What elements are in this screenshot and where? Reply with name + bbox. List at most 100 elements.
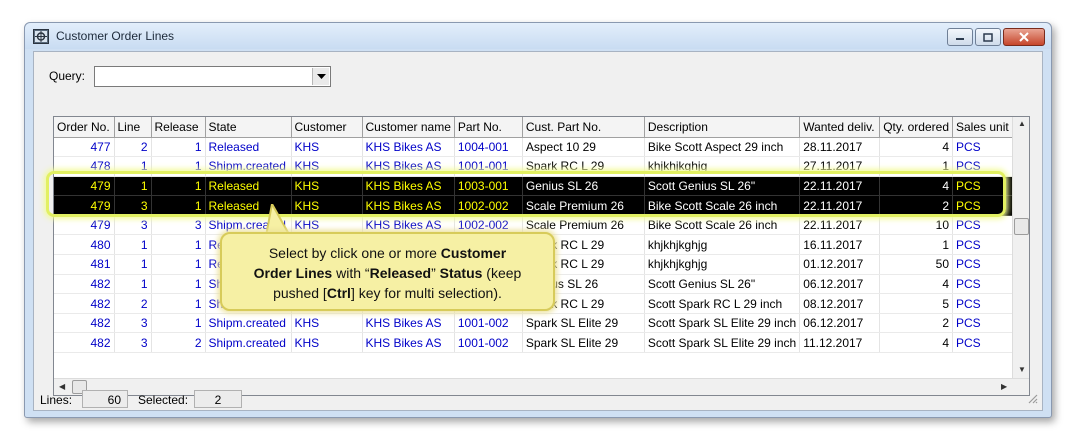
cell-line[interactable]: 1 xyxy=(114,234,152,256)
cell-line[interactable]: 3 xyxy=(114,332,152,354)
cell-order[interactable]: 481 xyxy=(54,254,115,275)
cell-unit[interactable]: PCS xyxy=(952,293,1018,314)
cell-wanted[interactable]: 08.12.2017 xyxy=(799,293,881,314)
cell-customer[interactable]: KHS xyxy=(291,137,363,158)
cell-order[interactable]: 479 xyxy=(54,215,115,236)
column-header[interactable]: Qty. ordered xyxy=(879,117,953,138)
column-header[interactable]: Release xyxy=(151,117,206,138)
cell-state[interactable]: Released xyxy=(205,137,292,158)
cell-part[interactable]: 1004-001 xyxy=(454,137,523,158)
cell-part[interactable]: 1001-002 xyxy=(454,313,523,334)
cell-unit[interactable]: PCS xyxy=(952,215,1018,236)
cell-wanted[interactable]: 22.11.2017 xyxy=(799,215,881,236)
cell-wanted[interactable]: 01.12.2017 xyxy=(799,254,881,275)
maximize-button[interactable] xyxy=(975,28,1001,46)
cell-customer[interactable]: KHS xyxy=(291,332,363,354)
resize-grip-icon[interactable] xyxy=(1026,392,1038,404)
window-title: Customer Order Lines xyxy=(56,29,175,43)
cell-release[interactable]: 3 xyxy=(151,215,206,236)
column-header[interactable]: Part No. xyxy=(454,117,523,138)
cell-order[interactable]: 477 xyxy=(54,137,115,158)
cell-wanted[interactable]: 06.12.2017 xyxy=(799,313,881,334)
title-bar[interactable]: Customer Order Lines xyxy=(25,23,1051,49)
table-row[interactable]: 477 2 1 Released KHS KHS Bikes AS 1004-001 Aspe… xyxy=(54,137,1025,158)
cell-qty[interactable]: 4 xyxy=(879,137,953,158)
cell-order[interactable]: 482 xyxy=(54,293,115,314)
cell-release[interactable]: 1 xyxy=(151,293,206,314)
cell-order[interactable]: 482 xyxy=(54,313,115,334)
cell-customer[interactable]: KHS xyxy=(291,313,363,334)
cell-qty[interactable]: 5 xyxy=(879,293,953,314)
column-header[interactable]: Description xyxy=(644,117,801,138)
column-header[interactable]: Customer name xyxy=(362,117,455,138)
cell-cust-part[interactable]: Aspect 10 29 xyxy=(522,137,645,158)
cell-part[interactable]: 1001-002 xyxy=(454,332,523,354)
cell-unit[interactable]: PCS xyxy=(952,254,1018,275)
cell-qty[interactable]: 2 xyxy=(879,313,953,334)
cell-qty[interactable]: 1 xyxy=(879,234,953,256)
cell-cust-part[interactable]: Spark SL Elite 29 xyxy=(522,332,645,354)
close-button[interactable] xyxy=(1003,28,1045,46)
cell-description[interactable]: Scott Spark SL Elite 29 inch xyxy=(644,313,801,334)
cell-line[interactable]: 2 xyxy=(114,293,152,314)
cell-order[interactable]: 482 xyxy=(54,332,115,354)
cell-state[interactable]: Shipm.created xyxy=(205,332,292,354)
cell-release[interactable]: 2 xyxy=(151,332,206,354)
cell-line[interactable]: 3 xyxy=(114,215,152,236)
cell-customer-name[interactable]: KHS Bikes AS xyxy=(362,313,455,334)
cell-wanted[interactable]: 06.12.2017 xyxy=(799,274,881,295)
minimize-button[interactable] xyxy=(947,28,973,46)
cell-line[interactable]: 1 xyxy=(114,274,152,295)
cell-line[interactable]: 1 xyxy=(114,254,152,275)
cell-description[interactable]: Scott Spark RC L 29 inch xyxy=(644,293,801,314)
query-dropdown[interactable] xyxy=(94,66,331,87)
cell-release[interactable]: 1 xyxy=(151,234,206,256)
vertical-scroll-thumb[interactable] xyxy=(1014,218,1029,235)
cell-order[interactable]: 480 xyxy=(54,234,115,256)
cell-order[interactable]: 482 xyxy=(54,274,115,295)
cell-description[interactable]: Bike Scott Aspect 29 inch xyxy=(644,137,801,158)
cell-description[interactable]: khjkhjkghjg xyxy=(644,254,801,275)
dropdown-arrow[interactable] xyxy=(312,68,329,85)
column-header[interactable]: Customer xyxy=(291,117,363,138)
cell-unit[interactable]: PCS xyxy=(952,274,1018,295)
cell-description[interactable]: khjkhjkghjg xyxy=(644,234,801,256)
cell-line[interactable]: 2 xyxy=(114,137,152,158)
cell-customer-name[interactable]: KHS Bikes AS xyxy=(362,137,455,158)
cell-description[interactable]: Bike Scott Scale 26 inch xyxy=(644,215,801,236)
cell-unit[interactable]: PCS xyxy=(952,137,1018,158)
column-header[interactable]: Line xyxy=(114,117,152,138)
cell-release[interactable]: 1 xyxy=(151,254,206,275)
cell-cust-part[interactable]: Spark SL Elite 29 xyxy=(522,313,645,334)
cell-release[interactable]: 1 xyxy=(151,313,206,334)
cell-description[interactable]: Scott Genius SL 26" xyxy=(644,274,801,295)
scroll-down-icon[interactable]: ▼ xyxy=(1018,365,1026,374)
window-controls xyxy=(947,28,1045,46)
cell-state[interactable]: Shipm.created xyxy=(205,313,292,334)
vertical-scrollbar[interactable]: ▲ ▼ xyxy=(1012,117,1029,379)
cell-release[interactable]: 1 xyxy=(151,274,206,295)
column-header[interactable]: Cust. Part No. xyxy=(522,117,645,138)
cell-unit[interactable]: PCS xyxy=(952,332,1018,354)
table-row[interactable]: 482 3 2 Shipm.created KHS KHS Bikes AS 1001-00… xyxy=(54,332,1025,354)
column-header[interactable]: Sales unit xyxy=(952,117,1018,138)
cell-unit[interactable]: PCS xyxy=(952,234,1018,256)
column-header[interactable]: Order No. xyxy=(54,117,115,138)
cell-unit[interactable]: PCS xyxy=(952,313,1018,334)
callout-line-2: Order Lines with “Released” Status (keep xyxy=(222,263,553,283)
cell-qty[interactable]: 10 xyxy=(879,215,953,236)
cell-qty[interactable]: 50 xyxy=(879,254,953,275)
cell-qty[interactable]: 4 xyxy=(879,274,953,295)
column-header[interactable]: State xyxy=(205,117,292,138)
cell-wanted[interactable]: 11.12.2017 xyxy=(799,332,881,354)
cell-qty[interactable]: 4 xyxy=(879,332,953,354)
table-row[interactable]: 482 3 1 Shipm.created KHS KHS Bikes AS 1001-00… xyxy=(54,313,1025,334)
column-header[interactable]: Wanted deliv. xyxy=(799,117,881,138)
scroll-up-icon[interactable]: ▲ xyxy=(1018,119,1026,128)
cell-customer-name[interactable]: KHS Bikes AS xyxy=(362,332,455,354)
cell-wanted[interactable]: 28.11.2017 xyxy=(799,137,881,158)
cell-description[interactable]: Scott Spark SL Elite 29 inch xyxy=(644,332,801,354)
cell-release[interactable]: 1 xyxy=(151,137,206,158)
cell-line[interactable]: 3 xyxy=(114,313,152,334)
cell-wanted[interactable]: 16.11.2017 xyxy=(799,234,881,256)
